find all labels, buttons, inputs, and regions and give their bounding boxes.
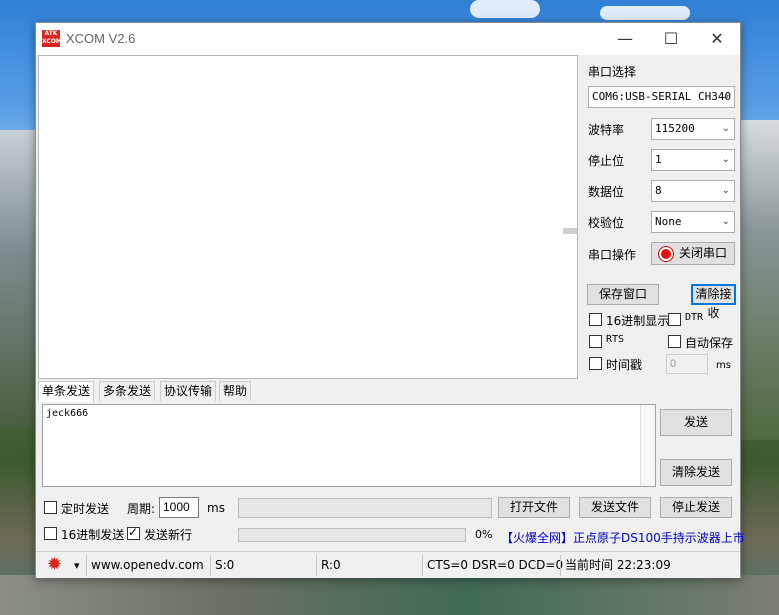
receive-area[interactable] bbox=[38, 55, 578, 379]
dtr-label: DTR bbox=[685, 312, 704, 323]
newline-checkbox[interactable] bbox=[127, 525, 140, 540]
send-input[interactable]: jeck666 bbox=[42, 404, 656, 487]
port-value: COM6:USB-SERIAL CH340 bbox=[592, 90, 732, 103]
file-path-field[interactable] bbox=[238, 498, 492, 518]
rts-checkbox[interactable] bbox=[589, 335, 602, 348]
background-mountain bbox=[0, 130, 40, 430]
chevron-down-icon[interactable]: ▾ bbox=[74, 556, 80, 576]
promo-banner-link[interactable]: 【火爆全网】正点原子DS100手持示波器上市 bbox=[501, 529, 745, 546]
data-bits-select[interactable]: 8 ⌄ bbox=[651, 180, 735, 202]
hex-display-checkbox[interactable] bbox=[589, 313, 602, 326]
background-mountain bbox=[739, 120, 779, 440]
timestamp-checkbox[interactable] bbox=[589, 357, 602, 370]
sent-count: S:0 bbox=[210, 555, 314, 576]
period-unit: ms bbox=[207, 501, 225, 515]
close-port-label: 关闭串口 bbox=[678, 246, 727, 260]
timed-send-checkbox[interactable] bbox=[44, 501, 57, 514]
send-progress-bar bbox=[238, 528, 466, 542]
chevron-down-icon: ⌄ bbox=[721, 216, 730, 227]
newline-label: 发送新行 bbox=[144, 528, 193, 542]
stop-bits-label: 停止位 bbox=[588, 154, 625, 168]
timestamp-unit: ms bbox=[716, 360, 731, 371]
parity-value: None bbox=[655, 215, 682, 228]
title-bar[interactable]: ATK XCOM XCOM V2.6 — ☐ ✕ bbox=[36, 23, 740, 55]
auto-save-label: 自动保存 bbox=[685, 336, 734, 350]
modem-lines: CTS=0 DSR=0 DCD=0 bbox=[422, 555, 563, 576]
baud-label: 波特率 bbox=[588, 123, 625, 137]
tab-protocol[interactable]: 协议传输 bbox=[160, 381, 217, 401]
scrollbar-thumb[interactable] bbox=[563, 228, 577, 234]
hex-send-label: 16进制发送 bbox=[61, 528, 125, 542]
maximize-button[interactable]: ☐ bbox=[648, 23, 694, 55]
hex-send-checkbox[interactable] bbox=[44, 527, 57, 540]
send-progress-text: 0% bbox=[475, 528, 493, 541]
timed-send-label: 定时发送 bbox=[61, 502, 110, 516]
tab-multi-send[interactable]: 多条发送 bbox=[99, 381, 156, 401]
port-select[interactable]: COM6:USB-SERIAL CH340 ⌄ bbox=[588, 86, 735, 108]
status-led-icon bbox=[658, 246, 673, 261]
port-op-label: 串口操作 bbox=[588, 248, 637, 262]
background-rocks bbox=[0, 575, 779, 615]
parity-select[interactable]: None ⌄ bbox=[651, 211, 735, 233]
period-input[interactable]: 1000 bbox=[159, 497, 199, 518]
app-logo: ATK XCOM bbox=[42, 30, 62, 47]
send-scrollbar[interactable] bbox=[640, 405, 655, 486]
send-file-button[interactable]: 发送文件 bbox=[579, 497, 651, 518]
send-button[interactable]: 发送 bbox=[660, 409, 732, 436]
stop-bits-select[interactable]: 1 ⌄ bbox=[651, 149, 735, 171]
close-port-button[interactable]: 关闭串口 bbox=[651, 242, 735, 265]
dtr-checkbox[interactable] bbox=[668, 313, 681, 326]
baud-value: 115200 bbox=[655, 122, 695, 135]
received-count: R:0 bbox=[316, 555, 420, 576]
timestamp-label: 时间戳 bbox=[606, 358, 643, 372]
xcom-window: ATK XCOM XCOM V2.6 — ☐ ✕ 串口选择 COM6:USB-SE… bbox=[35, 22, 745, 578]
data-bits-label: 数据位 bbox=[588, 185, 625, 199]
stop-bits-value: 1 bbox=[655, 153, 662, 166]
baud-select[interactable]: 115200 ⌄ bbox=[651, 118, 735, 140]
send-text: jeck666 bbox=[46, 408, 89, 419]
clear-receive-button[interactable]: 清除接收 bbox=[691, 284, 736, 320]
chevron-down-icon: ⌄ bbox=[721, 91, 730, 102]
tab-help[interactable]: 帮助 bbox=[219, 381, 252, 401]
save-window-button[interactable]: 保存窗口 bbox=[587, 284, 659, 305]
data-bits-value: 8 bbox=[655, 184, 662, 197]
rts-label: RTS bbox=[606, 334, 625, 345]
port-select-label: 串口选择 bbox=[588, 65, 637, 79]
period-label: 周期: bbox=[127, 502, 156, 516]
tab-single-send[interactable]: 单条发送 bbox=[38, 381, 95, 402]
close-button[interactable]: ✕ bbox=[694, 23, 740, 55]
clear-send-button[interactable]: 清除发送 bbox=[660, 459, 732, 486]
chevron-down-icon: ⌄ bbox=[721, 123, 730, 134]
gear-icon[interactable]: ✹ bbox=[47, 554, 62, 576]
minimize-button[interactable]: — bbox=[602, 23, 648, 55]
background-cloud bbox=[600, 6, 690, 20]
stop-send-button[interactable]: 停止发送 bbox=[660, 497, 732, 518]
window-title: XCOM V2.6 bbox=[66, 31, 136, 46]
website-link[interactable]: www.openedv.com bbox=[86, 555, 208, 576]
status-bar: ✹ ▾ www.openedv.com S:0 R:0 CTS=0 DSR=0 … bbox=[36, 551, 740, 578]
chevron-down-icon: ⌄ bbox=[721, 185, 730, 196]
open-file-button[interactable]: 打开文件 bbox=[498, 497, 570, 518]
parity-label: 校验位 bbox=[588, 216, 625, 230]
current-time: 当前时间 22:23:09 bbox=[560, 555, 738, 576]
timestamp-input[interactable]: 0 bbox=[666, 354, 708, 374]
auto-save-checkbox[interactable] bbox=[668, 335, 681, 348]
background-cloud bbox=[470, 0, 540, 18]
chevron-down-icon: ⌄ bbox=[721, 154, 730, 165]
hex-display-label: 16进制显示 bbox=[606, 314, 670, 328]
